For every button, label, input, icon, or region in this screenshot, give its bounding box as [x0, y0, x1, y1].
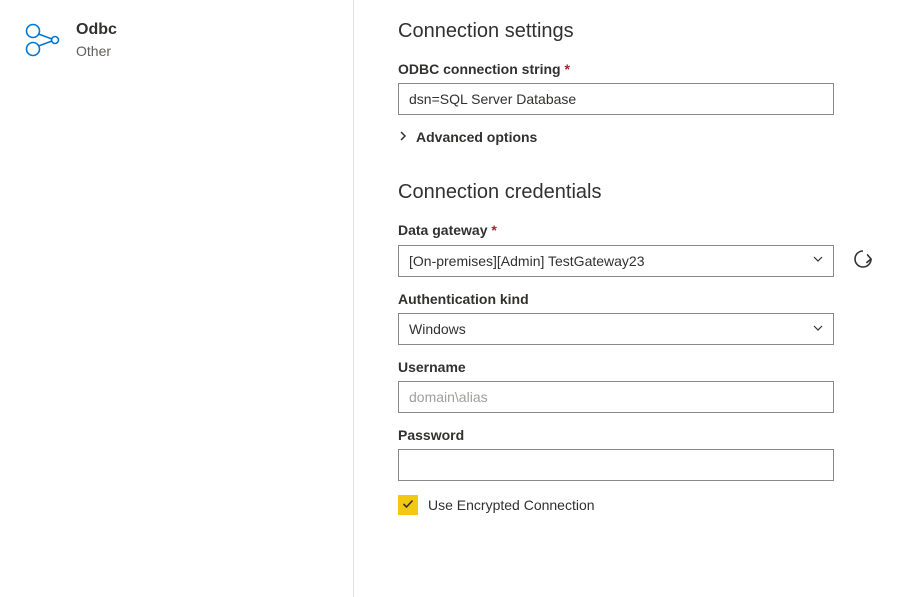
- auth-kind-select[interactable]: Windows: [398, 313, 834, 345]
- gateway-field: Data gateway * [On-premises][Admin] Test…: [398, 222, 878, 277]
- advanced-options-label: Advanced options: [416, 129, 537, 145]
- gateway-select-value: [On-premises][Admin] TestGateway23: [409, 253, 645, 269]
- password-label: Password: [398, 427, 878, 443]
- connection-string-label: ODBC connection string *: [398, 61, 878, 77]
- connector-subtitle: Other: [76, 42, 117, 60]
- gateway-label: Data gateway *: [398, 222, 878, 238]
- settings-heading: Connection settings: [398, 20, 878, 43]
- auth-kind-label: Authentication kind: [398, 291, 878, 307]
- odbc-icon: [22, 20, 62, 63]
- auth-kind-value: Windows: [409, 321, 466, 337]
- encrypted-checkbox[interactable]: [398, 495, 418, 515]
- credentials-heading: Connection credentials: [398, 181, 878, 204]
- username-input[interactable]: [398, 381, 834, 413]
- username-label: Username: [398, 359, 878, 375]
- right-panel: Connection settings ODBC connection stri…: [354, 0, 914, 597]
- check-icon: [401, 497, 415, 514]
- chevron-right-icon: [398, 129, 408, 145]
- encrypted-row: Use Encrypted Connection: [398, 495, 878, 515]
- connector-title: Odbc: [76, 20, 117, 40]
- username-field: Username: [398, 359, 878, 413]
- refresh-button[interactable]: [848, 244, 878, 277]
- password-input[interactable]: [398, 449, 834, 481]
- chevron-down-icon: [811, 252, 825, 269]
- chevron-down-icon: [811, 321, 825, 338]
- left-panel: Odbc Other: [0, 0, 354, 597]
- refresh-icon: [852, 248, 874, 273]
- gateway-select[interactable]: [On-premises][Admin] TestGateway23: [398, 245, 834, 277]
- advanced-options-toggle[interactable]: Advanced options: [398, 129, 878, 145]
- connection-string-field: ODBC connection string *: [398, 61, 878, 115]
- connector-info: Odbc Other: [76, 20, 117, 60]
- password-field: Password: [398, 427, 878, 481]
- connection-string-input[interactable]: [398, 83, 834, 115]
- encrypted-label: Use Encrypted Connection: [428, 497, 595, 513]
- auth-kind-field: Authentication kind Windows: [398, 291, 878, 345]
